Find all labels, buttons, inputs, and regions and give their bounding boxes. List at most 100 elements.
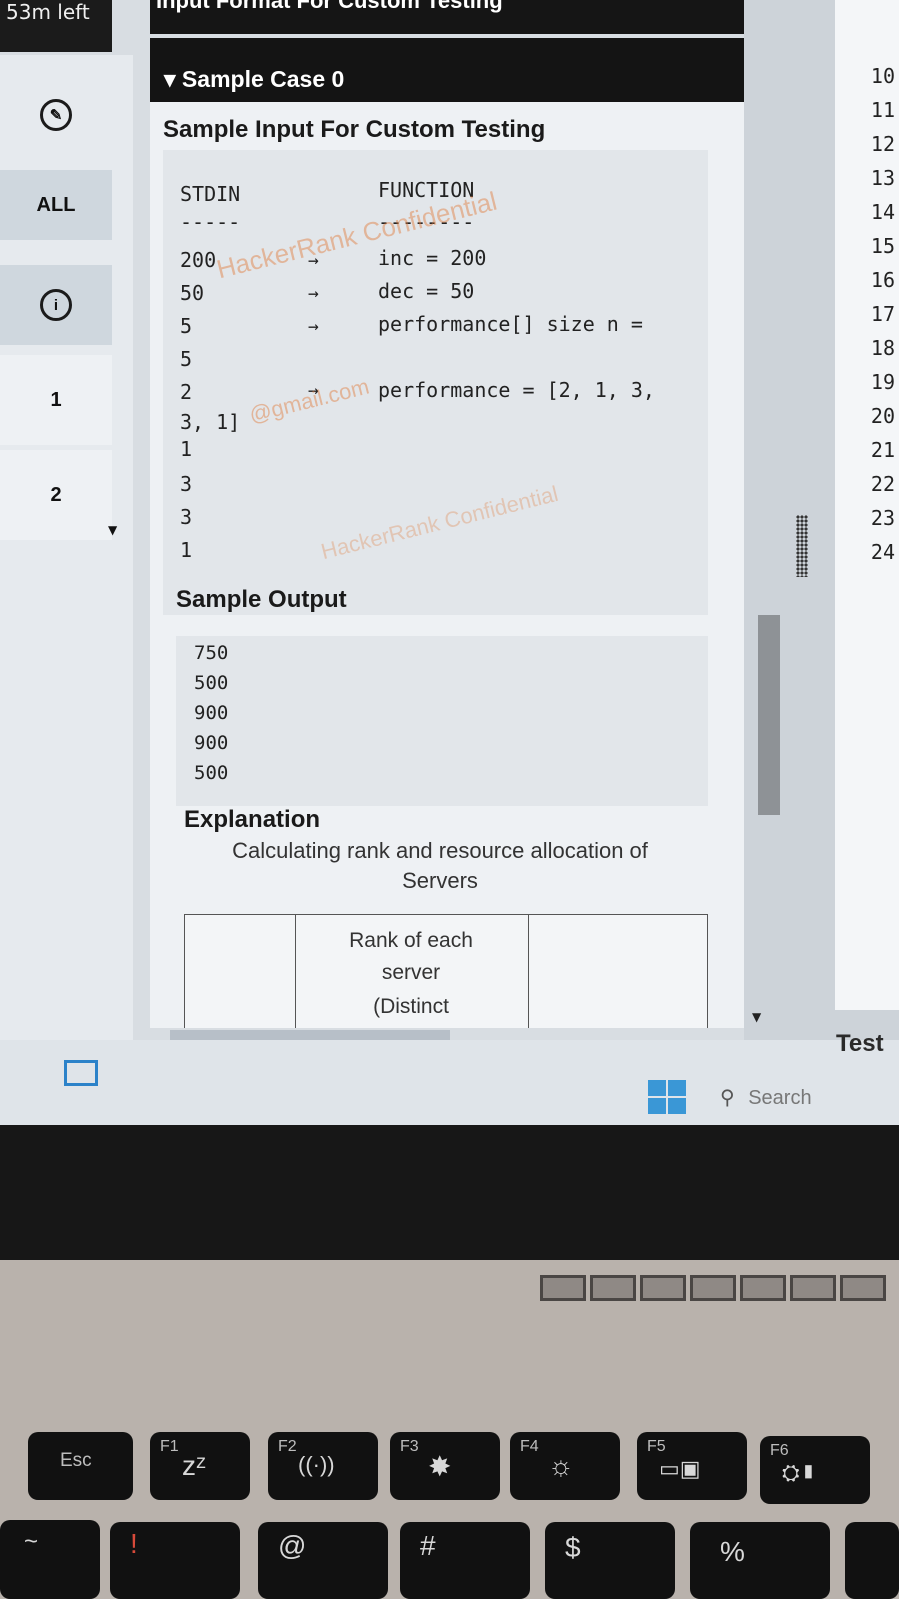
search-icon: ⚲ bbox=[720, 1087, 735, 1109]
line-number: 24 bbox=[870, 540, 895, 564]
brightness-up-icon: ☼ bbox=[548, 1450, 574, 1481]
key-f1[interactable]: F1 zᶻ bbox=[150, 1432, 250, 1500]
stdin-line: 200 bbox=[180, 248, 217, 272]
section-header-input-format[interactable]: Input Format For Custom Testing bbox=[150, 0, 744, 34]
sample-input-block: STDIN FUNCTION ----- -------- 200 50 5 5… bbox=[163, 150, 708, 615]
sleep-icon: zᶻ bbox=[182, 1450, 207, 1481]
edit-button[interactable]: ✎ bbox=[0, 85, 112, 145]
keyboard-backlight-icon: ⛭▮ bbox=[782, 1460, 818, 1485]
key-f2[interactable]: F2 ((·)) bbox=[268, 1432, 378, 1500]
key-2[interactable]: @ bbox=[258, 1522, 388, 1599]
scroll-down-icon[interactable]: ▼ bbox=[108, 523, 117, 537]
line-number: 15 bbox=[870, 234, 895, 258]
sample-output-title: Sample Output bbox=[176, 586, 347, 613]
line-number: 11 bbox=[870, 98, 895, 122]
watermark-text: HackerRank Confidential bbox=[318, 480, 561, 565]
line-number: 18 bbox=[870, 336, 895, 360]
stdin-line: 2 bbox=[180, 380, 193, 404]
output-line: 500 bbox=[194, 762, 229, 784]
time-remaining: 53m left bbox=[0, 0, 112, 52]
vent-slot bbox=[540, 1275, 586, 1301]
windows-taskbar bbox=[0, 1040, 899, 1125]
key-tilde[interactable]: ~ bbox=[0, 1520, 100, 1599]
sample-case-header[interactable]: ▾ Sample Case 0 bbox=[150, 38, 744, 102]
line-number: 19 bbox=[870, 370, 895, 394]
stdin-line: 3 bbox=[180, 472, 193, 496]
stdin-line: 1 bbox=[180, 538, 193, 562]
arrow-icon: → bbox=[308, 283, 319, 304]
laptop-bezel bbox=[0, 1125, 899, 1260]
chevron-down-icon[interactable]: ▼ bbox=[752, 1010, 761, 1024]
line-number: 14 bbox=[870, 200, 895, 224]
stdin-line: 5 bbox=[180, 347, 193, 371]
line-number: 21 bbox=[870, 438, 895, 462]
tilde-glyph: ~ bbox=[24, 1528, 39, 1555]
key-4[interactable]: $ bbox=[545, 1522, 675, 1599]
key-f3[interactable]: F3 ✸ bbox=[390, 1432, 500, 1500]
function-line: performance = [2, 1, 3, bbox=[378, 378, 655, 402]
key-f5[interactable]: F5 ▭▣ bbox=[637, 1432, 747, 1500]
nav-item-all[interactable]: ALL bbox=[0, 170, 112, 240]
nav-item-question-2[interactable]: 2 bbox=[0, 450, 112, 540]
key-5[interactable]: % bbox=[690, 1522, 830, 1599]
key-1[interactable]: ! bbox=[110, 1522, 240, 1599]
table-header-text: server bbox=[381, 961, 441, 984]
brightness-down-icon: ✸ bbox=[428, 1451, 452, 1482]
line-number: 12 bbox=[870, 132, 895, 156]
arrow-icon: → bbox=[308, 316, 319, 337]
nav-item-label: 2 bbox=[50, 483, 62, 506]
windows-start-icon[interactable] bbox=[648, 1080, 686, 1114]
key-esc[interactable]: Esc bbox=[28, 1432, 133, 1500]
vent-slot bbox=[790, 1275, 836, 1301]
nav-item-question-1[interactable]: 1 bbox=[0, 355, 112, 445]
line-number: 20 bbox=[870, 404, 895, 428]
nav-item-label: 1 bbox=[50, 388, 62, 411]
wireless-icon: ((·)) bbox=[298, 1452, 335, 1477]
taskbar-search[interactable]: ⚲ Search bbox=[720, 1085, 812, 1110]
output-line: 750 bbox=[194, 642, 229, 664]
test-button[interactable]: Test bbox=[836, 1030, 884, 1058]
resize-handle-icon[interactable] bbox=[796, 515, 808, 577]
code-editor[interactable]: 10 11 12 13 14 15 16 17 18 19 20 21 22 2… bbox=[835, 0, 899, 1010]
sample-output-block: 750 500 900 900 500 bbox=[176, 636, 708, 806]
table-header-text: (Distinct bbox=[373, 995, 449, 1018]
nav-item-label: ALL bbox=[36, 193, 76, 216]
stdin-line: 50 bbox=[180, 281, 205, 305]
vent-slot bbox=[740, 1275, 786, 1301]
problem-content: ▾ Sample Case 0 Sample Input For Custom … bbox=[150, 38, 744, 1028]
vertical-scrollbar[interactable] bbox=[758, 615, 780, 815]
explanation-text: Calculating rank and resource allocation… bbox=[232, 838, 648, 863]
line-number: 22 bbox=[870, 472, 895, 496]
stdin-rule: ----- bbox=[180, 210, 241, 234]
key-f6[interactable]: F6 ⛭▮ bbox=[760, 1436, 870, 1504]
stdin-line: 3 bbox=[180, 505, 193, 529]
stdin-line: 3, 1] bbox=[180, 410, 241, 434]
table-divider bbox=[295, 915, 296, 1028]
output-line: 900 bbox=[194, 702, 229, 724]
snap-layout-icon[interactable] bbox=[64, 1060, 98, 1086]
line-number: 10 bbox=[870, 64, 895, 88]
explanation-text: Servers bbox=[402, 868, 478, 893]
table-divider bbox=[528, 915, 529, 1028]
stdin-header: STDIN bbox=[180, 182, 241, 206]
stdin-line: 1 bbox=[180, 437, 193, 461]
explanation-title: Explanation bbox=[184, 806, 321, 833]
line-number: 17 bbox=[870, 302, 895, 326]
output-line: 500 bbox=[194, 672, 229, 694]
vent-slot bbox=[640, 1275, 686, 1301]
key-6[interactable] bbox=[845, 1522, 899, 1599]
key-f4[interactable]: F4 ☼ bbox=[510, 1432, 620, 1500]
table-header-text: Rank of each bbox=[349, 929, 473, 952]
line-number: 23 bbox=[870, 506, 895, 530]
display-switch-icon: ▭▣ bbox=[659, 1456, 701, 1481]
sample-input-title: Sample Input For Custom Testing bbox=[163, 116, 546, 143]
function-line: dec = 50 bbox=[378, 279, 475, 303]
vent-slot bbox=[590, 1275, 636, 1301]
stdin-line: 5 bbox=[180, 314, 193, 338]
watermark-text: HackerRank Confidential bbox=[213, 185, 500, 285]
explanation-table: Rank of each server (Distinct bbox=[184, 914, 708, 1028]
info-button[interactable]: i bbox=[0, 265, 112, 345]
function-line: performance[] size n = bbox=[378, 312, 643, 336]
pencil-icon: ✎ bbox=[40, 99, 72, 131]
key-3[interactable]: # bbox=[400, 1522, 530, 1599]
